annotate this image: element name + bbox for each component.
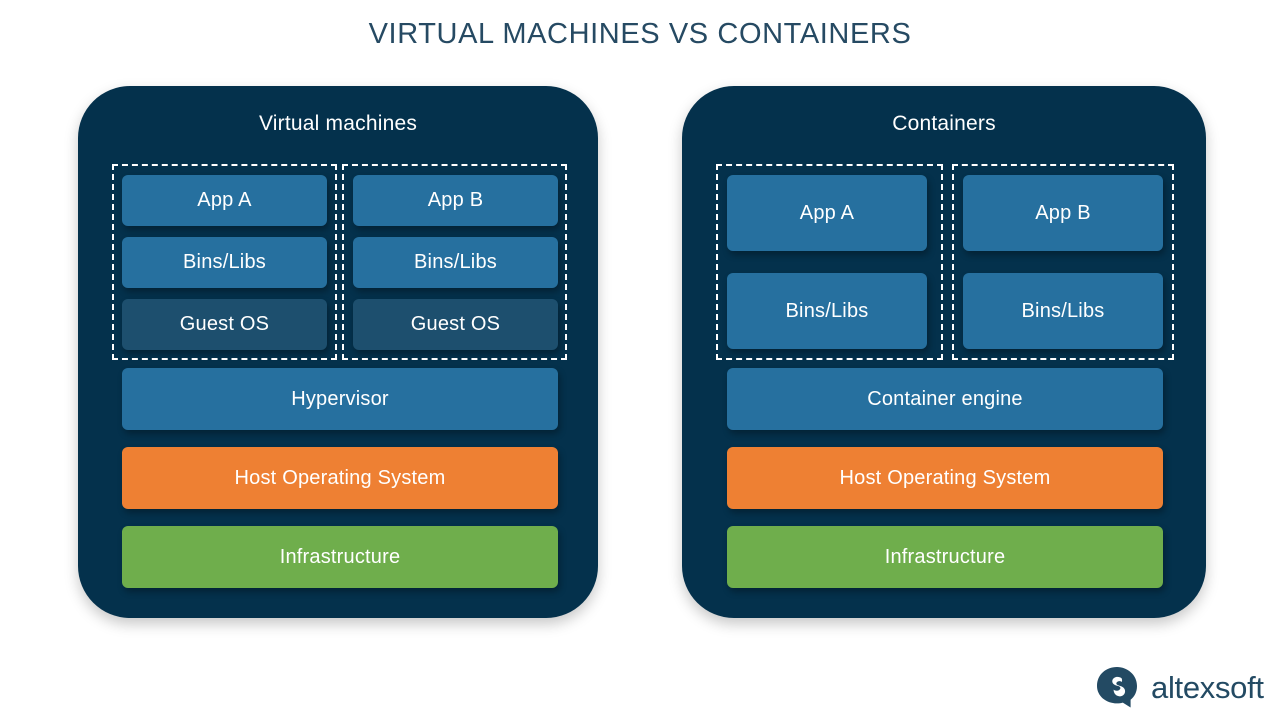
altexsoft-wordmark: altexsoft	[1151, 669, 1264, 705]
vm-block-app-a-label: App A	[197, 189, 252, 211]
container-block-app-a[interactable]: App A	[727, 175, 927, 251]
container-block-app-a-label: App A	[799, 201, 855, 224]
container-block-host-operating-system-label: Host Operating System	[839, 466, 1051, 489]
panel-title-virtual-machines: Virtual machines	[258, 112, 418, 135]
altexsoft-bubble-icon	[1095, 665, 1140, 710]
vm-block-hypervisor-label: Hypervisor	[291, 387, 389, 410]
vm-block-host-operating-system[interactable]: Host Operating System	[122, 447, 558, 509]
vm-block-app-b[interactable]: App B	[353, 175, 558, 226]
container-block-bins-libs-a-label: Bins/Libs	[785, 299, 869, 322]
panel-containers: Containers App A Bins/Libs App B Bins/Li…	[682, 86, 1206, 618]
vm-block-infrastructure[interactable]: Infrastructure	[122, 526, 558, 588]
vm-block-app-a[interactable]: App A	[122, 175, 327, 226]
vm-block-guest-os-a[interactable]: Guest OS	[122, 299, 327, 350]
page-title: VIRTUAL MACHINES VS CONTAINERS	[368, 18, 912, 50]
altexsoft-logo[interactable]: altexsoft	[1095, 662, 1271, 712]
container-block-infrastructure[interactable]: Infrastructure	[727, 526, 1163, 588]
vm-block-bins-libs-b-label: Bins/Libs	[414, 251, 497, 273]
container-block-bins-libs-a[interactable]: Bins/Libs	[727, 273, 927, 349]
panel-virtual-machines: Virtual machines App A Bins/Libs Guest O…	[78, 86, 598, 618]
vm-block-guest-os-b-label: Guest OS	[410, 313, 501, 335]
container-block-bins-libs-b[interactable]: Bins/Libs	[963, 273, 1163, 349]
container-block-app-b[interactable]: App B	[963, 175, 1163, 251]
container-block-app-b-label: App B	[1035, 201, 1091, 224]
container-block-host-operating-system[interactable]: Host Operating System	[727, 447, 1163, 509]
vm-block-host-operating-system-label: Host Operating System	[234, 466, 446, 489]
vm-block-hypervisor[interactable]: Hypervisor	[122, 368, 558, 430]
vm-block-guest-os-a-label: Guest OS	[179, 313, 270, 335]
panel-title-containers: Containers	[892, 112, 996, 135]
vm-block-bins-libs-a[interactable]: Bins/Libs	[122, 237, 327, 288]
vm-block-infrastructure-label: Infrastructure	[279, 545, 401, 568]
vm-block-bins-libs-a-label: Bins/Libs	[183, 251, 266, 273]
container-block-bins-libs-b-label: Bins/Libs	[1021, 299, 1105, 322]
vm-block-guest-os-b[interactable]: Guest OS	[353, 299, 558, 350]
container-block-infrastructure-label: Infrastructure	[884, 545, 1006, 568]
vm-block-bins-libs-b[interactable]: Bins/Libs	[353, 237, 558, 288]
vm-block-app-b-label: App B	[427, 189, 484, 211]
container-block-container-engine[interactable]: Container engine	[727, 368, 1163, 430]
container-block-container-engine-label: Container engine	[867, 387, 1023, 410]
